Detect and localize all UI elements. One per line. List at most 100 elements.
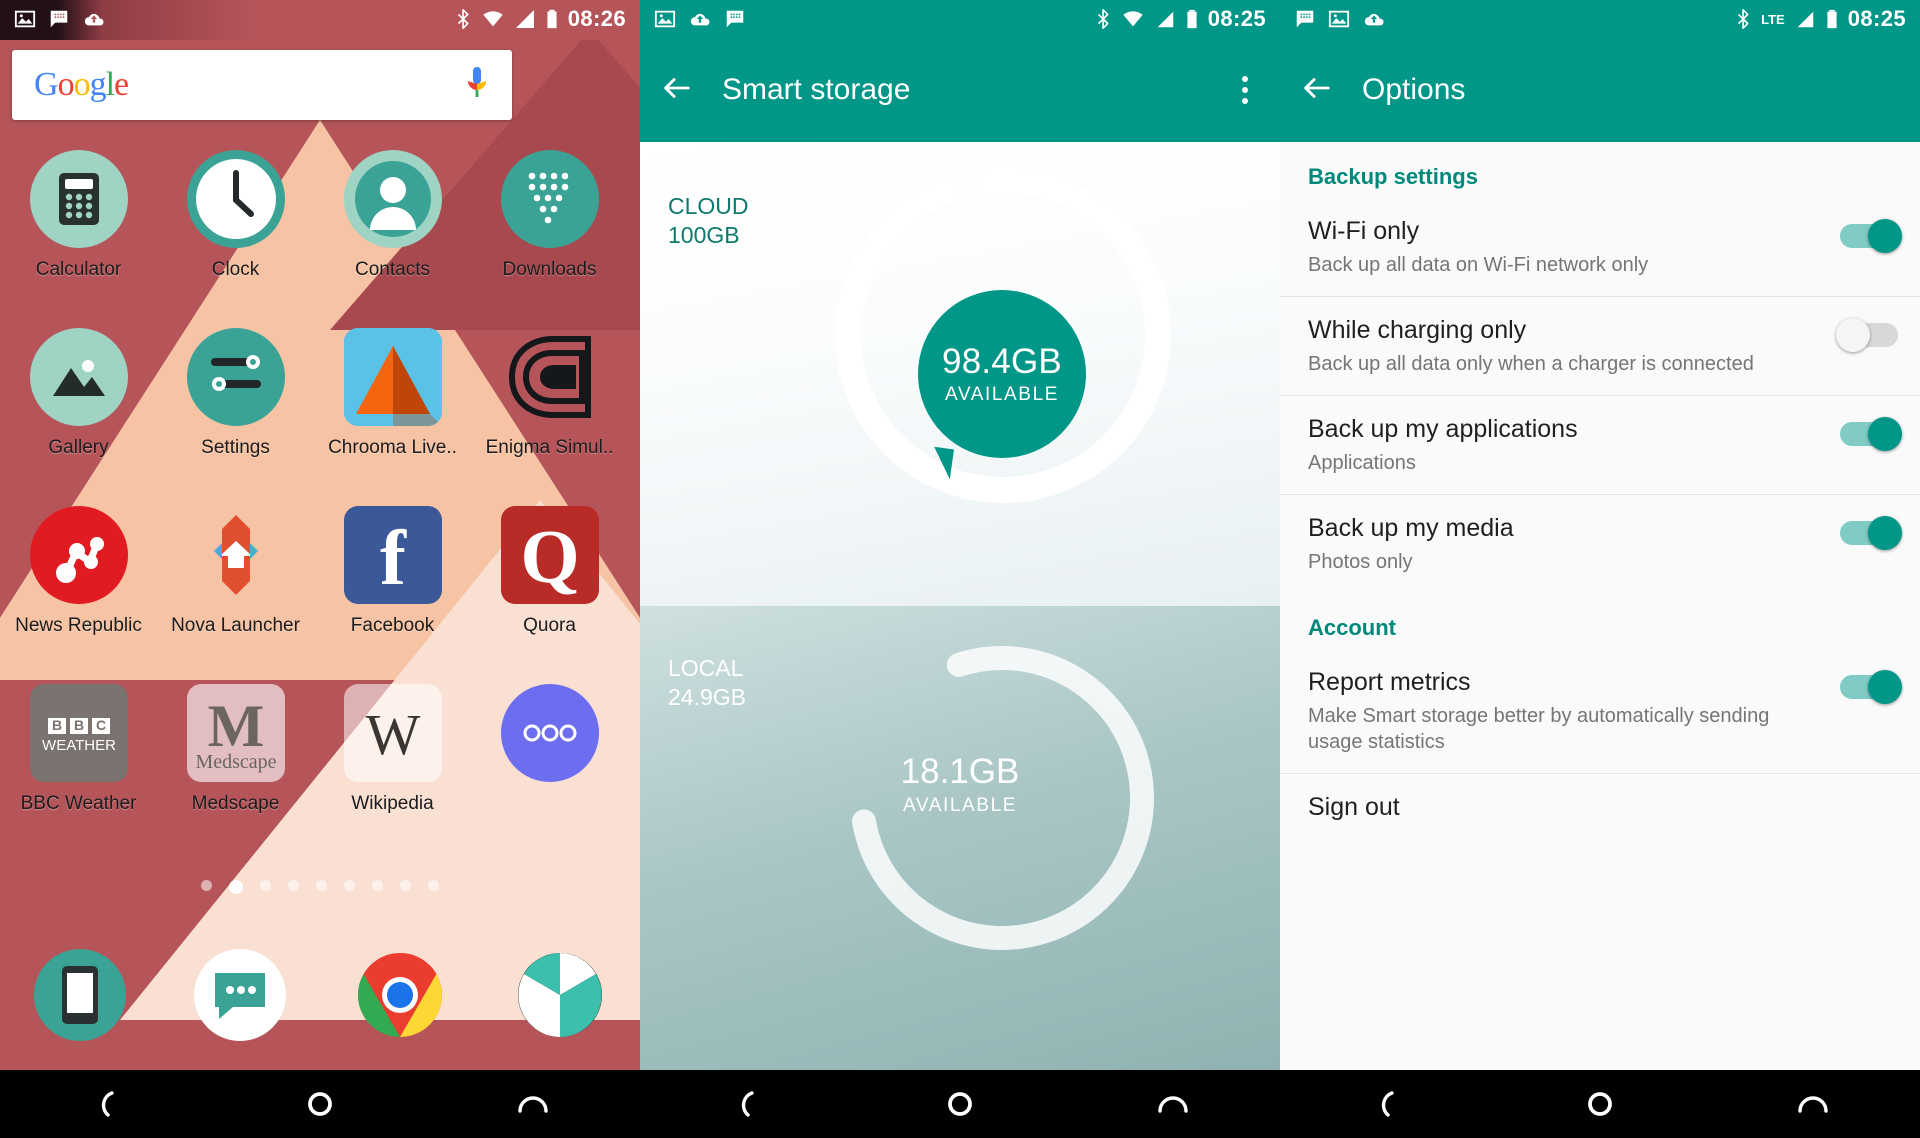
back-arrow-icon[interactable] (660, 71, 694, 110)
option-row-backup-applications[interactable]: Back up my applications Applications (1280, 396, 1920, 495)
svg-text:Medscape: Medscape (195, 751, 276, 773)
back-icon[interactable] (62, 1070, 152, 1138)
app-label: Wikipedia (351, 793, 434, 814)
page-dot[interactable] (372, 880, 383, 891)
status-bar-options: LTE 08:25 (1280, 0, 1920, 38)
section-header-backup: Backup settings (1308, 164, 1478, 189)
app-icon-quora[interactable]: Q Quora (471, 496, 628, 674)
app-icon-chrooma[interactable]: Chrooma Live.. (314, 318, 471, 496)
option-title: While charging only (1308, 316, 1527, 344)
page-dot[interactable] (344, 880, 355, 891)
svg-text:WEATHER: WEATHER (42, 737, 116, 754)
bbm-message-icon (50, 10, 68, 28)
toggle-backup-applications[interactable] (1840, 417, 1902, 451)
option-subtitle: Applications (1308, 452, 1416, 474)
battery-icon (1827, 9, 1837, 29)
recents-icon[interactable] (488, 1070, 578, 1138)
app-icon-enigma[interactable]: Enigma Simul.. (471, 318, 628, 496)
recents-icon[interactable] (1768, 1070, 1858, 1138)
cloud-storage-section[interactable]: CLOUD 100GB 98.4GB AVAILABLE (640, 142, 1280, 606)
page-dot-active[interactable] (229, 880, 243, 894)
toggle-report-metrics[interactable] (1840, 670, 1902, 704)
app-label: Settings (201, 437, 270, 458)
overflow-menu-icon[interactable] (1230, 70, 1260, 110)
app-icon-calculator[interactable]: Calculator (0, 140, 157, 318)
app-icon-nova-launcher[interactable]: Nova Launcher (157, 496, 314, 674)
nova-launcher-icon (187, 506, 285, 604)
options-list[interactable]: Backup settings Wi-Fi only Back up all d… (1280, 142, 1920, 1070)
option-text-block: Sign out (1308, 792, 1898, 822)
app-icon-facebook[interactable]: f Facebook (314, 496, 471, 674)
app-grid: Calculator Clock Contacts Downloads Gall… (0, 140, 640, 852)
app-icon-contacts[interactable]: Contacts (314, 140, 471, 318)
dock-item-chrome[interactable] (320, 920, 480, 1070)
option-text-block: Back up my applications Applications (1308, 414, 1840, 476)
app-icon-downloads[interactable]: Downloads (471, 140, 628, 318)
svg-text:C: C (95, 717, 105, 733)
app-icon-clock[interactable]: Clock (157, 140, 314, 318)
cloud-available-bubble: 98.4GB AVAILABLE (918, 290, 1086, 480)
option-row-backup-media[interactable]: Back up my media Photos only (1280, 495, 1920, 593)
back-icon[interactable] (702, 1070, 792, 1138)
app-label: Gallery (48, 437, 109, 458)
system-navbar-options (1280, 1070, 1920, 1138)
page-dot[interactable] (288, 880, 299, 891)
app-row: Calculator Clock Contacts Downloads (0, 140, 640, 318)
news-republic-icon (29, 506, 128, 604)
app-icon-medscape[interactable]: M Medscape Medscape (157, 674, 314, 852)
google-search-bar[interactable]: Google (12, 50, 512, 120)
back-arrow-icon[interactable] (1300, 71, 1334, 110)
back-icon[interactable] (1342, 1070, 1432, 1138)
option-title: Sign out (1308, 793, 1400, 821)
dock-item-messaging[interactable] (160, 920, 320, 1070)
option-text-block: Report metrics Make Smart storage better… (1308, 667, 1840, 755)
home-icon[interactable] (915, 1070, 1005, 1138)
status-right-icons: 08:25 (1096, 6, 1266, 32)
svg-text:B: B (51, 717, 61, 733)
microphone-icon[interactable] (464, 64, 490, 107)
app-icon-news-republic[interactable]: News Republic (0, 496, 157, 674)
option-row-sign-out[interactable]: Sign out (1280, 774, 1920, 860)
toggle-backup-media[interactable] (1840, 516, 1902, 550)
bluetooth-icon (457, 9, 469, 29)
option-row-report-metrics[interactable]: Report metrics Make Smart storage better… (1280, 649, 1920, 774)
page-dot[interactable] (428, 880, 439, 891)
status-left-icons (1294, 8, 1386, 30)
toggle-wifi-only[interactable] (1840, 219, 1902, 253)
home-icon[interactable] (1555, 1070, 1645, 1138)
page-dot[interactable] (260, 880, 271, 891)
toggle-while-charging-only[interactable] (1836, 318, 1898, 352)
home-icon[interactable] (275, 1070, 365, 1138)
page-dot[interactable] (201, 880, 212, 891)
page-indicator (0, 880, 640, 894)
app-drawer-button[interactable] (471, 674, 628, 852)
dock-item-phone[interactable] (0, 920, 160, 1070)
option-row-wifi-only[interactable]: Wi-Fi only Back up all data on Wi-Fi net… (1280, 198, 1920, 297)
dock-item-camera[interactable] (480, 920, 640, 1070)
app-icon-wikipedia[interactable]: W Wikipedia (314, 674, 471, 852)
bluetooth-icon (1097, 9, 1109, 29)
option-row-while-charging-only[interactable]: While charging only Back up all data onl… (1280, 297, 1920, 396)
page-title: Smart storage (722, 73, 911, 106)
svg-text:f: f (380, 514, 407, 601)
option-text-block: While charging only Back up all data onl… (1308, 315, 1840, 377)
recents-icon[interactable] (1128, 1070, 1218, 1138)
page-dot[interactable] (400, 880, 411, 891)
app-label: Nova Launcher (171, 615, 300, 636)
signal-icon (1797, 11, 1813, 28)
camera-icon (514, 949, 606, 1041)
svg-text:B: B (73, 717, 83, 733)
app-label: Clock (211, 259, 260, 280)
local-available-block: 18.1GB AVAILABLE (640, 752, 1280, 817)
options-app-bar: Options (1280, 38, 1920, 142)
app-icon-gallery[interactable]: Gallery (0, 318, 157, 496)
app-icon-bbc-weather[interactable]: B B C WEATHER BBC Weather (0, 674, 157, 852)
app-label: Calculator (35, 259, 122, 280)
cloud-available-caption: AVAILABLE (944, 384, 1060, 405)
page-dot[interactable] (316, 880, 327, 891)
local-storage-section[interactable]: LOCAL 24.9GB 18.1GB AVAILABLE (640, 606, 1280, 1070)
app-icon-settings[interactable]: Settings (157, 318, 314, 496)
wifi-icon (483, 11, 503, 27)
status-clock: 08:25 (1207, 6, 1266, 31)
app-label: Contacts (355, 259, 430, 280)
